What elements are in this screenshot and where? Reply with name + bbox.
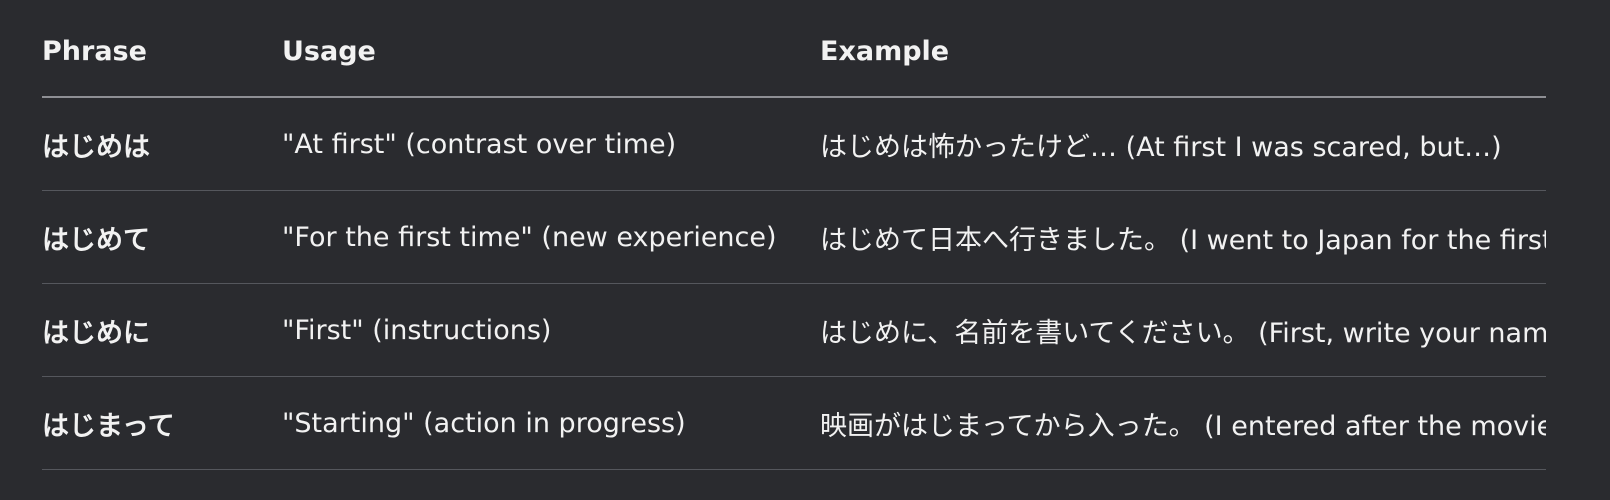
usage-cell: "First" (instructions) bbox=[282, 283, 820, 377]
example-cell: はじめは怖かったけど… (At first I was scared, but…… bbox=[820, 97, 1546, 191]
usage-cell: "Starting" (action in progress) bbox=[282, 376, 820, 470]
phrase-cell: はじまって bbox=[42, 376, 282, 470]
table-header-row: Phrase Usage Example bbox=[42, 6, 1546, 98]
table-row: はじまって "Starting" (action in progress) 映画… bbox=[42, 376, 1546, 470]
example-cell: はじめて日本へ行きました。 (I went to Japan for the f… bbox=[820, 190, 1546, 284]
header-usage: Usage bbox=[282, 6, 820, 98]
table-row: はじめて "For the first time" (new experienc… bbox=[42, 190, 1546, 284]
table-row: はじめは "At first" (contrast over time) はじめ… bbox=[42, 97, 1546, 191]
phrase-cell: はじめに bbox=[42, 283, 282, 377]
table-row: はじめに "First" (instructions) はじめに、名前を書いてく… bbox=[42, 283, 1546, 377]
example-cell: はじめに、名前を書いてください。 (First, write your name… bbox=[820, 283, 1546, 377]
usage-cell: "For the first time" (new experience) bbox=[282, 190, 820, 284]
phrase-table: Phrase Usage Example はじめは "At first" (co… bbox=[42, 6, 1546, 470]
header-phrase: Phrase bbox=[42, 6, 282, 98]
usage-cell: "At first" (contrast over time) bbox=[282, 97, 820, 191]
phrase-cell: はじめて bbox=[42, 190, 282, 284]
header-example: Example bbox=[820, 6, 1546, 98]
example-cell: 映画がはじまってから入った。 (I entered after the movi… bbox=[820, 376, 1546, 470]
phrase-table-container: Phrase Usage Example はじめは "At first" (co… bbox=[42, 6, 1546, 476]
phrase-cell: はじめは bbox=[42, 97, 282, 191]
